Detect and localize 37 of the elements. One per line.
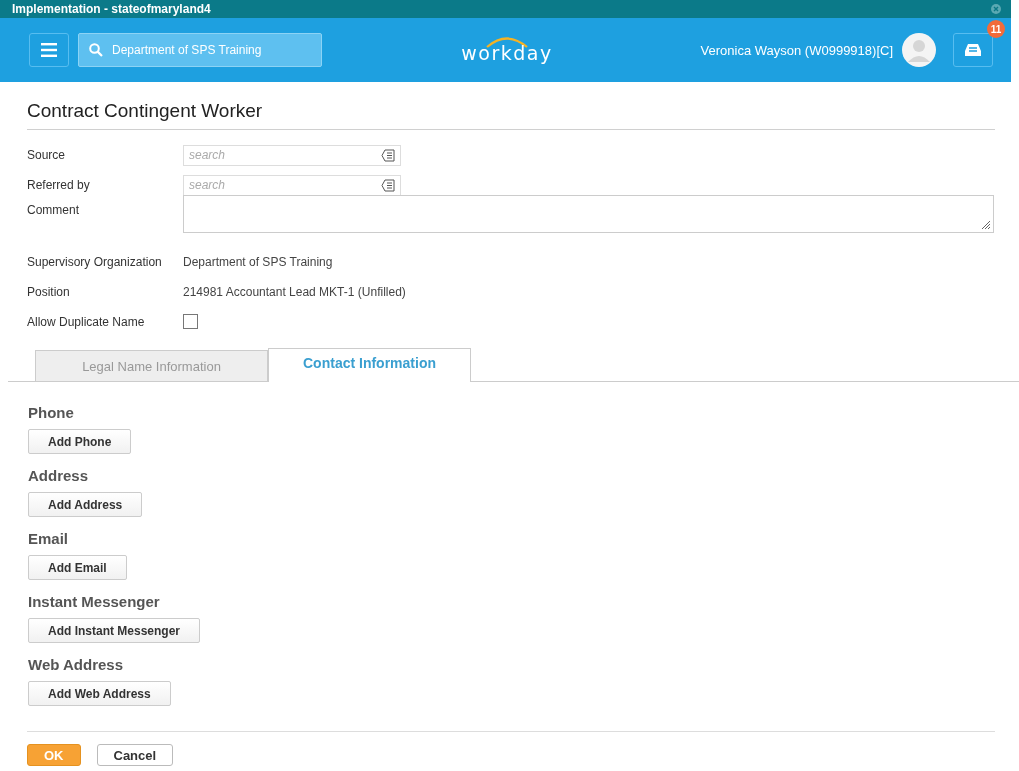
list-icon (381, 178, 395, 192)
add-button[interactable]: Add Instant Messenger (28, 618, 201, 643)
notification-badge: 11 (987, 20, 1005, 38)
window-title: Implementation - stateofmaryland4 (12, 2, 212, 16)
inbox-icon (964, 43, 982, 57)
search-icon (89, 43, 103, 57)
list-icon (381, 148, 395, 162)
field-label: Position (27, 285, 71, 299)
add-button[interactable]: Add Email (28, 555, 127, 580)
section-heading: Address (28, 467, 90, 486)
menu-button[interactable] (29, 33, 69, 67)
close-icon[interactable] (991, 4, 1001, 14)
avatar-icon[interactable] (902, 33, 936, 67)
search-field[interactable]: search (183, 174, 401, 196)
inbox-button[interactable] (953, 33, 993, 67)
add-button[interactable]: Add Address (28, 492, 143, 517)
logo: workday (461, 42, 553, 64)
menu-icon (41, 43, 57, 57)
checkbox[interactable] (183, 314, 198, 329)
field-label: Source (27, 148, 67, 162)
field-label: Comment (27, 203, 80, 217)
section-heading: Instant Messenger (28, 593, 161, 612)
section-heading: Email (28, 530, 70, 549)
field-value: Department of SPS Training (183, 255, 333, 269)
field-label: Supervisory Organization (27, 255, 163, 269)
resize-grip-icon (981, 220, 990, 229)
field-label: Allow Duplicate Name (27, 314, 146, 329)
field-value: 214981 Accountant Lead MKT-1 (Unfilled) (183, 285, 406, 299)
comment-field[interactable] (183, 195, 994, 233)
page-title: Contract Contingent Worker (27, 100, 995, 130)
add-button[interactable]: Add Web Address (28, 681, 171, 706)
search-field[interactable]: search (183, 144, 401, 166)
cancel-button[interactable]: Cancel (96, 744, 174, 766)
add-button[interactable]: Add Phone (28, 429, 132, 454)
section-heading: Web Address (28, 656, 125, 675)
section-heading: Phone (28, 404, 75, 423)
field-label: Referred by (27, 178, 91, 192)
